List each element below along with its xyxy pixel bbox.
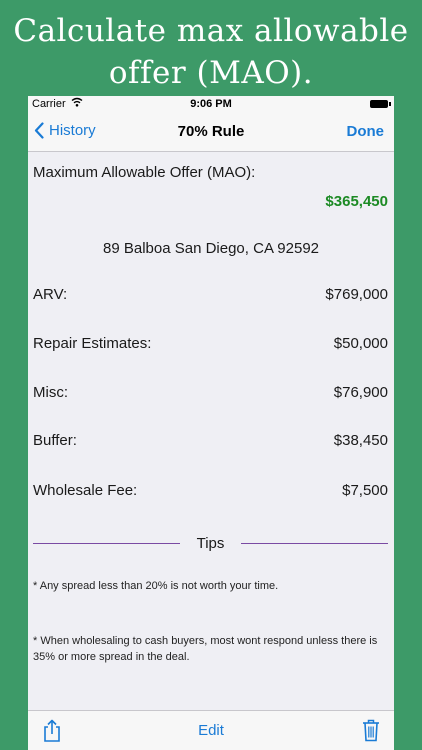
arv-row: ARV: $769,000 [33, 286, 388, 303]
misc-value: $76,900 [333, 384, 388, 401]
done-button[interactable]: Done [347, 123, 385, 140]
tip-item: * Any spread less than 20% is not worth … [33, 580, 279, 592]
delete-button[interactable] [362, 718, 380, 747]
misc-row: Misc: $76,900 [33, 384, 388, 401]
tips-divider-line-right [241, 543, 388, 544]
wholesale-fee-row: Wholesale Fee: $7,500 [33, 482, 388, 499]
promo-headline: Calculate max allowable offer (MAO). [0, 10, 422, 94]
history-back-label: History [49, 122, 96, 139]
arv-value: $769,000 [325, 286, 388, 303]
history-back-button[interactable]: History [34, 122, 96, 139]
bottom-toolbar: Edit [28, 710, 394, 750]
phone-screen: Carrier 9:06 PM History 70% Rule Done Ma… [28, 96, 394, 750]
navigation-bar: History 70% Rule Done [28, 113, 394, 152]
edit-button-wrap: Edit [28, 722, 394, 739]
edit-button[interactable]: Edit [198, 722, 224, 739]
repair-estimates-label: Repair Estimates: [33, 335, 152, 352]
wholesale-fee-label: Wholesale Fee: [33, 482, 138, 499]
tip-item: * When wholesaling to cash buyers, most … [33, 635, 378, 663]
buffer-value: $38,450 [333, 432, 388, 449]
chevron-left-icon [34, 122, 44, 139]
property-address: 89 Balboa San Diego, CA 92592 [103, 240, 319, 257]
repair-estimates-row: Repair Estimates: $50,000 [33, 335, 388, 352]
status-bar: Carrier 9:06 PM [28, 96, 394, 113]
battery-icon [370, 100, 391, 108]
repair-estimates-value: $50,000 [333, 335, 388, 352]
trash-icon [363, 719, 379, 742]
mao-value: $365,450 [325, 193, 388, 210]
promo-headline-line2: offer (MAO). [108, 55, 314, 91]
arv-label: ARV: [33, 286, 68, 303]
promo-headline-line1: Calculate max allowable [13, 13, 409, 49]
wholesale-fee-value: $7,500 [342, 482, 388, 499]
status-time: 9:06 PM [190, 98, 232, 110]
buffer-label: Buffer: [33, 432, 77, 449]
buffer-row: Buffer: $38,450 [33, 432, 388, 449]
mao-label: Maximum Allowable Offer (MAO): [33, 164, 256, 181]
misc-label: Misc: [33, 384, 68, 401]
tips-divider: Tips [33, 534, 388, 554]
